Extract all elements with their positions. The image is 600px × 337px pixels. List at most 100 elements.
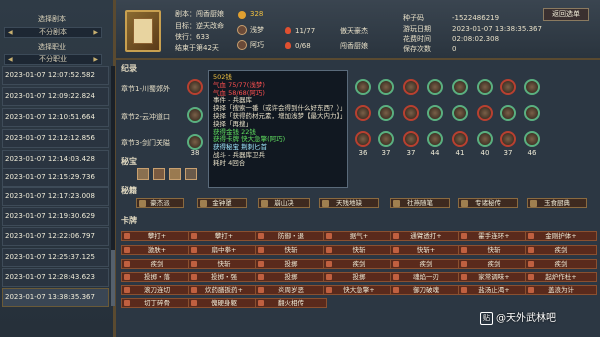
event-node[interactable] <box>378 131 394 147</box>
card-item[interactable]: 切丁碎骨 <box>121 298 193 308</box>
card-item[interactable]: 快斩 <box>323 245 395 255</box>
card-item[interactable]: 据气+ <box>323 231 395 241</box>
event-node[interactable] <box>427 79 443 95</box>
history-entry[interactable]: 2023-01-07 12:14:03.428 <box>2 150 109 169</box>
event-node[interactable] <box>187 107 203 123</box>
event-node[interactable] <box>403 79 419 95</box>
time-label: 游玩日期 <box>403 25 431 33</box>
script-dropdown[interactable]: ◀ 不分剧本 ▶ <box>4 27 102 38</box>
card-icon <box>191 274 197 280</box>
card-item[interactable]: 快大急擎+ <box>323 285 395 295</box>
secret-item[interactable]: 玉食厨典 <box>527 198 587 208</box>
event-node[interactable] <box>378 79 394 95</box>
treasure-icon[interactable] <box>185 168 197 180</box>
event-node[interactable] <box>378 105 394 121</box>
card-item[interactable]: 防御・退 <box>255 231 327 241</box>
event-node[interactable] <box>500 79 516 95</box>
event-node[interactable] <box>477 79 493 95</box>
history-entry[interactable]: 2023-01-07 12:22:06.797 <box>2 227 109 246</box>
card-item[interactable]: 疾剑 <box>390 259 462 269</box>
card-item[interactable]: 疾剑 <box>525 245 597 255</box>
card-item[interactable]: 投掷 <box>255 272 327 282</box>
card-item[interactable]: 投掷 <box>323 272 395 282</box>
history-entry[interactable]: 2023-01-07 12:12:12.856 <box>2 129 109 148</box>
card-item[interactable]: 滚刀连切 <box>121 285 193 295</box>
history-entry[interactable]: 2023-01-07 12:19:30.629 <box>2 207 109 226</box>
event-value: 37 <box>503 149 513 157</box>
event-node[interactable] <box>500 131 516 147</box>
event-node[interactable] <box>452 105 468 121</box>
event-node[interactable] <box>355 131 371 147</box>
history-entry[interactable]: 2023-01-07 12:17:23.008 <box>2 187 109 206</box>
treasure-icon[interactable] <box>153 168 165 180</box>
secret-item[interactable]: 金钟罩 <box>197 198 247 208</box>
treasure-icon[interactable] <box>169 168 181 180</box>
card-item[interactable]: 疾剑 <box>525 259 597 269</box>
history-entry[interactable]: 2023-01-07 12:15:29.736 <box>2 168 109 187</box>
scrollbar-thumb[interactable] <box>111 250 115 306</box>
event-node[interactable] <box>355 79 371 95</box>
card-item[interactable]: 翻火相传 <box>255 298 327 308</box>
card-item[interactable]: 盐汤止渴+ <box>458 285 530 295</box>
event-node[interactable] <box>524 131 540 147</box>
history-entry-selected[interactable]: 2023-01-07 13:38:35.367 <box>2 288 109 307</box>
card-item[interactable]: 傀硬身躯 <box>188 298 260 308</box>
card-item[interactable]: 投掷・落 <box>121 272 193 282</box>
card-item[interactable]: 激肤+ <box>121 245 193 255</box>
card-item[interactable]: 投掷・强 <box>188 272 260 282</box>
card-item[interactable]: 魂焰一刃 <box>390 272 462 282</box>
card-item[interactable]: 霍手连环+ <box>458 231 530 241</box>
right-arrow-icon[interactable]: ▶ <box>93 57 98 63</box>
event-node[interactable] <box>452 79 468 95</box>
secret-item[interactable]: 崩山决 <box>258 198 310 208</box>
card-item[interactable]: 投掷 <box>255 259 327 269</box>
secret-item[interactable]: 社燕随笔 <box>390 198 450 208</box>
card-item[interactable]: 盖浪为计 <box>525 285 597 295</box>
event-node[interactable] <box>403 131 419 147</box>
card-item[interactable]: 扇中拳+ <box>188 245 260 255</box>
card-item[interactable]: 疾剑 <box>458 259 530 269</box>
event-node[interactable] <box>452 131 468 147</box>
card-item[interactable]: 家常调味+ <box>458 272 530 282</box>
job-dropdown[interactable]: ◀ 不分职业 ▶ <box>4 54 102 65</box>
card-item[interactable]: 快斩 <box>188 259 260 269</box>
left-arrow-icon[interactable]: ◀ <box>8 57 13 63</box>
treasure-icon[interactable] <box>137 168 149 180</box>
event-node[interactable] <box>477 105 493 121</box>
card-item[interactable]: 炎周岁恶 <box>255 285 327 295</box>
event-node[interactable] <box>403 105 419 121</box>
history-entry[interactable]: 2023-01-07 12:10:51.664 <box>2 108 109 127</box>
event-node[interactable] <box>355 105 371 121</box>
secret-item[interactable]: 豪杰派 <box>136 198 184 208</box>
event-node[interactable] <box>524 105 540 121</box>
card-item[interactable]: 疾剑 <box>121 259 193 269</box>
event-node[interactable] <box>477 131 493 147</box>
card-item[interactable]: 通臂透打+ <box>390 231 462 241</box>
card-item[interactable]: 快斩 <box>458 245 530 255</box>
card-item[interactable]: 快斩 <box>255 245 327 255</box>
card-item[interactable]: 起炉作杜+ <box>525 272 597 282</box>
back-to-menu-button[interactable]: 返回选单 <box>543 8 589 21</box>
history-entry[interactable]: 2023-01-07 12:09:22.824 <box>2 87 109 106</box>
event-node[interactable] <box>427 131 443 147</box>
card-item[interactable]: 快斩+ <box>390 245 462 255</box>
history-entry[interactable]: 2023-01-07 12:25:37.125 <box>2 248 109 267</box>
history-entry[interactable]: 2023-01-07 12:28:43.623 <box>2 268 109 287</box>
event-node[interactable] <box>187 79 203 95</box>
secret-item[interactable]: 专诸秘传 <box>458 198 518 208</box>
history-entry[interactable]: 2023-01-07 12:07:52.582 <box>2 66 109 85</box>
card-item[interactable]: 疾剑 <box>323 259 395 269</box>
card-item[interactable]: 攀打+ <box>188 231 260 241</box>
card-icon <box>258 300 264 306</box>
card-item[interactable]: 攀打+ <box>121 231 193 241</box>
left-arrow-icon[interactable]: ◀ <box>8 30 13 36</box>
card-item[interactable]: 金刚护体+ <box>525 231 597 241</box>
event-node[interactable] <box>187 134 203 150</box>
card-item[interactable]: 御刀破魂 <box>390 285 462 295</box>
secret-item[interactable]: 天残地缺 <box>319 198 379 208</box>
right-arrow-icon[interactable]: ▶ <box>93 30 98 36</box>
event-node[interactable] <box>427 105 443 121</box>
event-node[interactable] <box>500 105 516 121</box>
card-item[interactable]: 炊药膳扳药+ <box>188 285 260 295</box>
event-node[interactable] <box>524 79 540 95</box>
